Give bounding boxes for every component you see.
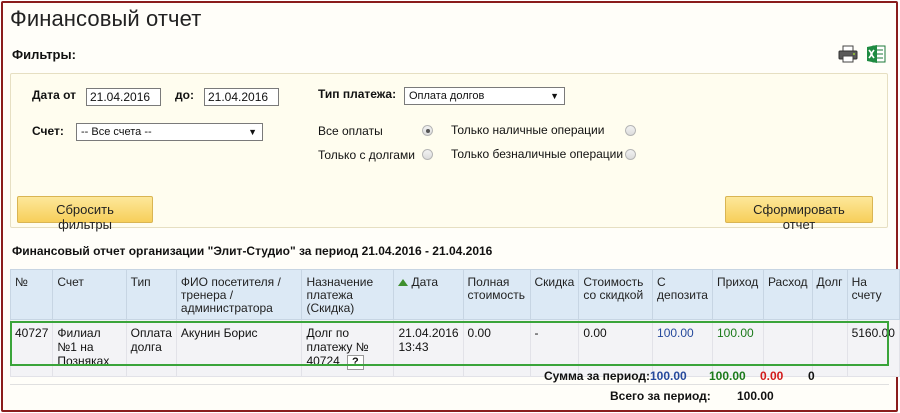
date-from-label: Дата от [32, 88, 77, 102]
col-balance[interactable]: На счету [846, 269, 900, 320]
col-income[interactable]: Приход [711, 269, 764, 320]
sum-label: Сумма за период: [544, 369, 651, 383]
payment-type-select[interactable]: Оплата долгов ▼ [404, 87, 565, 105]
dropdown-arrow-icon: ▼ [248, 127, 257, 137]
report-title: Финансовый отчет организации "Элит-Студи… [12, 244, 493, 258]
sum-income: 100.00 [709, 369, 746, 383]
col-account[interactable]: Счет [52, 269, 127, 320]
reset-filters-button[interactable]: Сбросить фильтры [17, 196, 153, 232]
account-label: Счет: [32, 124, 64, 138]
period-sum-row: Сумма за период: 100.00 100.00 0.00 0 [10, 366, 889, 384]
date-from-input[interactable] [86, 88, 161, 106]
radio-debts-label: Только с долгами [318, 148, 415, 162]
col-from-deposit[interactable]: С депозита [652, 269, 713, 320]
sum-expense: 0.00 [760, 369, 784, 383]
col-type[interactable]: Тип [125, 269, 177, 320]
printer-icon[interactable] [838, 45, 858, 68]
col-person[interactable]: ФИО посетителя / тренера / администратор… [175, 269, 303, 320]
filters-panel: Дата от до: Тип платежа: Оплата долгов ▼… [10, 73, 888, 232]
page-title: Финансовый отчет [10, 6, 202, 31]
total-value: 100.00 [737, 389, 774, 403]
sum-debt: 0 [808, 369, 815, 383]
period-total-row: Всего за период: 100.00 [10, 385, 889, 405]
account-select[interactable]: -- Все счета -- ▼ [76, 123, 263, 141]
payment-type-label: Тип платежа: [318, 87, 397, 101]
filters-heading: Фильтры: [12, 47, 76, 62]
col-debt[interactable]: Долг [811, 269, 848, 320]
col-expense[interactable]: Расход [762, 269, 813, 320]
total-label: Всего за период: [610, 389, 711, 403]
sort-ascending-icon [398, 279, 409, 287]
radio-cash-only[interactable] [625, 125, 636, 136]
col-date[interactable]: Дата [393, 269, 464, 320]
radio-cashless-only[interactable] [625, 149, 636, 160]
date-to-input[interactable] [204, 88, 279, 106]
radio-with-debts[interactable] [422, 149, 433, 160]
sum-deposit: 100.00 [650, 369, 687, 383]
dropdown-arrow-icon: ▼ [550, 91, 559, 101]
col-discounted-cost[interactable]: Стоимость со скидкой [578, 269, 654, 320]
generate-report-button[interactable]: Сформировать отчет [725, 196, 873, 232]
table-header-row: № Счет Тип ФИО посетителя / тренера / ад… [9, 269, 900, 320]
report-table: № Счет Тип ФИО посетителя / тренера / ад… [9, 269, 900, 377]
col-discount[interactable]: Скидка [529, 269, 580, 320]
account-value: -- Все счета -- [81, 126, 152, 138]
radio-cashless-label: Только безналичные операции [451, 147, 624, 161]
excel-icon[interactable] [866, 44, 886, 69]
radio-all-payments[interactable] [422, 125, 433, 136]
col-purpose[interactable]: Назначение платежа (Скидка) [301, 269, 395, 320]
radio-all-label: Все оплаты [318, 124, 383, 138]
radio-cash-label: Только наличные операции [451, 123, 605, 137]
col-full-cost[interactable]: Полная стоимость [462, 269, 531, 320]
export-toolbar [838, 44, 886, 69]
col-number[interactable]: № [9, 269, 54, 320]
payment-type-value: Оплата долгов [409, 90, 485, 102]
date-to-label: до: [175, 88, 194, 102]
